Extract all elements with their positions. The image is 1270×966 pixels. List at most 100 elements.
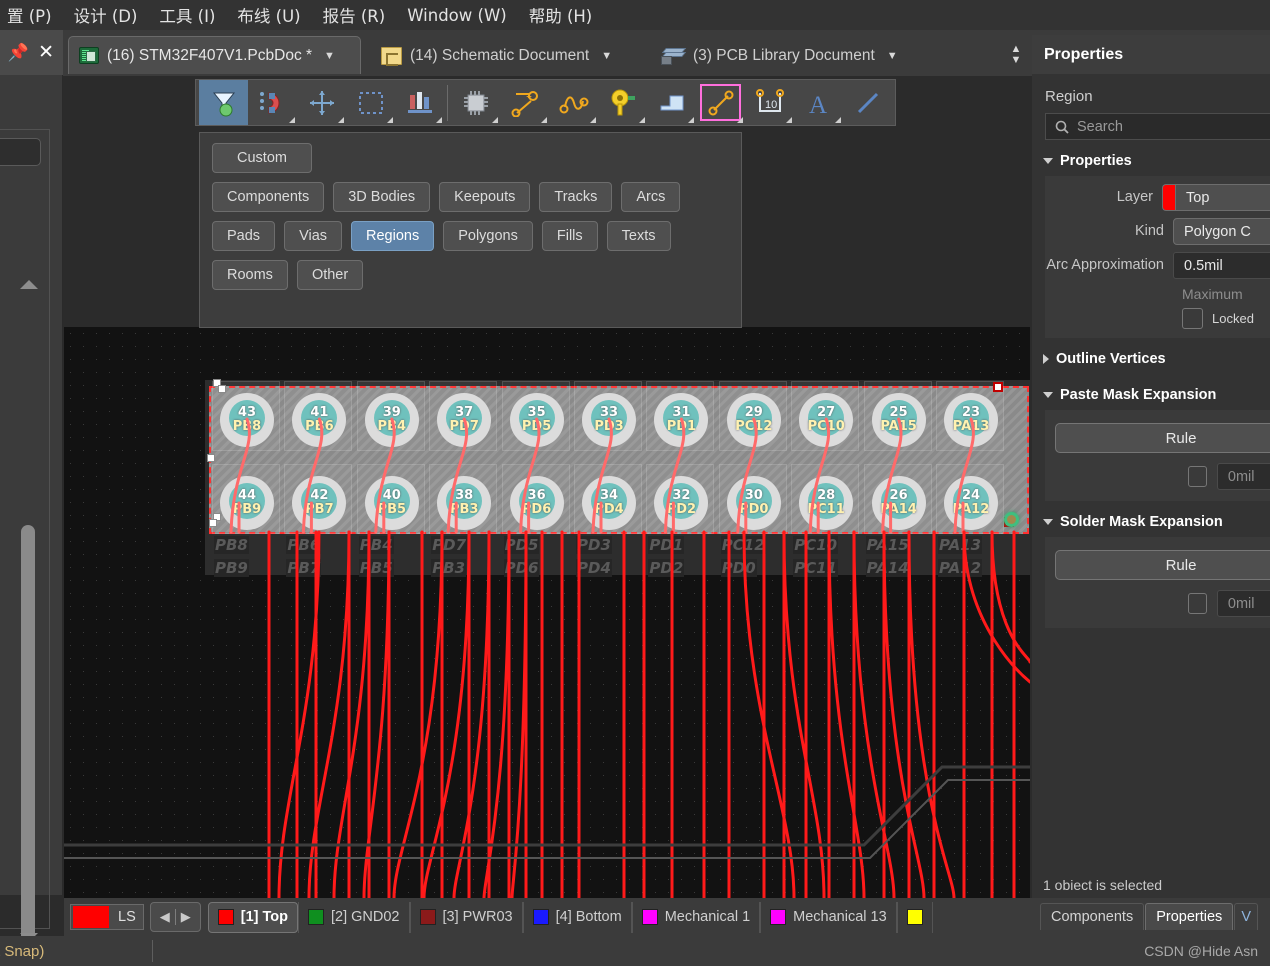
doc-tab-label: (14) Schematic Document xyxy=(410,46,590,64)
layer-set-color-swatch xyxy=(73,906,109,928)
layer-tab-label: [2] GND02 xyxy=(331,909,400,925)
chevron-down-icon[interactable]: ▼ xyxy=(601,50,612,62)
layer-tab-pwr03[interactable]: [3] PWR03 xyxy=(409,901,523,933)
vertical-scrollbar-thumb[interactable] xyxy=(21,525,35,945)
filter-button-3d-bodies[interactable]: 3D Bodies xyxy=(333,182,431,212)
select-rectangle-icon[interactable] xyxy=(346,80,395,125)
tab-scroll-spinner[interactable]: ▲ ▼ xyxy=(1005,38,1027,72)
menu-item-route[interactable]: 布线 (U) xyxy=(226,1,311,29)
layer-tab-mechanical-13[interactable]: Mechanical 13 xyxy=(760,901,897,933)
place-dimension-icon[interactable]: 10 xyxy=(745,80,794,125)
filter-button-rooms[interactable]: Rooms xyxy=(212,260,288,290)
paste-mask-expansion-input[interactable]: 0mil xyxy=(1216,463,1270,490)
snap-magnet-icon[interactable] xyxy=(248,80,297,125)
selection-handle[interactable] xyxy=(993,382,1003,392)
filter-button-arcs[interactable]: Arcs xyxy=(621,182,681,212)
left-panel-field[interactable] xyxy=(0,138,41,166)
filter-button-fills[interactable]: Fills xyxy=(541,221,598,251)
doc-tab-pcbdoc[interactable]: (16) STM32F407V1.PcbDoc * ▼ xyxy=(68,36,361,74)
status-divider xyxy=(152,940,153,962)
doc-tab-label: (3) PCB Library Document xyxy=(693,46,875,64)
menu-item-reports[interactable]: 报告 (R) xyxy=(312,1,397,29)
panel-tab-more[interactable]: V xyxy=(1234,903,1258,930)
left-arrow-icon[interactable]: ◀ xyxy=(155,909,175,925)
pcb-canvas[interactable]: 43 PB8 44 PB9 41 PB6 42 PB7 39 PB4 40 PB5 37 PD7 38 PB3… xyxy=(64,327,1030,898)
menu-item-design[interactable]: 设计 (D) xyxy=(63,1,149,29)
place-line-icon[interactable] xyxy=(696,80,745,125)
layer-tab-label: [4] Bottom xyxy=(555,909,622,925)
place-polygon-icon[interactable] xyxy=(647,80,696,125)
section-header-properties[interactable]: Properties xyxy=(1032,140,1270,176)
panel-tab-components[interactable]: Components xyxy=(1040,903,1145,930)
paste-mask-expansion-checkbox[interactable] xyxy=(1188,466,1207,487)
properties-section-body: Layer Top Kind Polygon C Arc Approximati… xyxy=(1045,176,1270,338)
layer-tab-gnd02[interactable]: [2] GND02 xyxy=(298,901,410,933)
filter-button-polygons[interactable]: Polygons xyxy=(443,221,533,251)
menu-item-tools[interactable]: 工具 (I) xyxy=(148,1,226,29)
selection-handle[interactable] xyxy=(218,385,226,393)
watermark-text: CSDN @Hide Asn xyxy=(1144,943,1258,959)
spinner-up-icon[interactable]: ▲ xyxy=(1011,44,1022,55)
layer-set-selector[interactable]: LS xyxy=(70,904,144,930)
filter-button-keepouts[interactable]: Keepouts xyxy=(439,182,531,212)
filter-row: Custom xyxy=(212,143,729,173)
filter-button-other[interactable]: Other xyxy=(296,260,364,290)
pin-icon[interactable]: 📌 xyxy=(8,44,29,61)
doc-tab-schematic[interactable]: (14) Schematic Document ▼ xyxy=(370,36,646,74)
layer-dropdown[interactable]: Top xyxy=(1175,184,1270,211)
arc-approximation-input[interactable]: 0.5mil xyxy=(1173,252,1270,279)
kind-dropdown[interactable]: Polygon C xyxy=(1173,218,1270,245)
move-cross-icon[interactable] xyxy=(297,80,346,125)
layer-color-chip xyxy=(1162,184,1175,211)
menu-item-place[interactable]: 置 (P) xyxy=(0,1,63,29)
solder-mask-expansion-checkbox[interactable] xyxy=(1188,593,1207,614)
place-component-icon[interactable] xyxy=(451,80,500,125)
filter-button-tracks[interactable]: Tracks xyxy=(539,182,613,212)
place-pad-icon[interactable] xyxy=(598,80,647,125)
properties-search-box[interactable]: Search xyxy=(1045,113,1270,140)
section-header-solder-mask[interactable]: Solder Mask Expansion xyxy=(1032,501,1270,537)
section-header-outline-vertices[interactable]: Outline Vertices xyxy=(1032,338,1270,374)
properties-panel-title: Properties xyxy=(1032,35,1270,74)
panel-tab-properties[interactable]: Properties xyxy=(1145,903,1234,930)
filter-button-components[interactable]: Components xyxy=(212,182,325,212)
solder-mask-expansion-input[interactable]: 0mil xyxy=(1216,590,1270,617)
interactive-route-icon[interactable] xyxy=(500,80,549,125)
canvas-scroll-corner[interactable] xyxy=(1012,860,1030,898)
menu-item-window[interactable]: Window (W) xyxy=(396,4,518,27)
filter-button-pads[interactable]: Pads xyxy=(212,221,276,251)
paste-mask-rule-button[interactable]: Rule xyxy=(1055,423,1270,453)
doc-tab-pcblib[interactable]: (3) PCB Library Document ▼ xyxy=(650,36,930,74)
layer-tab-truncated[interactable] xyxy=(896,901,933,933)
layer-tab-top[interactable]: [1] Top xyxy=(207,901,298,933)
chevron-down-icon[interactable]: ▼ xyxy=(887,50,898,62)
solder-mask-rule-button[interactable]: Rule xyxy=(1055,550,1270,580)
menu-item-help[interactable]: 帮助 (H) xyxy=(518,1,604,29)
layer-tab-bottom[interactable]: [4] Bottom xyxy=(522,901,632,933)
chevron-down-icon[interactable]: ▼ xyxy=(324,50,335,62)
section-header-paste-mask[interactable]: Paste Mask Expansion xyxy=(1032,374,1270,410)
filter-funnel-icon[interactable] xyxy=(199,80,248,125)
place-track-icon[interactable] xyxy=(843,80,892,125)
right-arrow-icon[interactable]: ▶ xyxy=(176,909,196,925)
filter-button-regions[interactable]: Regions xyxy=(351,221,435,251)
layer-nav-buttons[interactable]: ◀ ▶ xyxy=(149,902,201,932)
via-marker[interactable] xyxy=(1004,512,1019,527)
arc-approximation-hint: Maximum xyxy=(1182,286,1243,302)
property-row-arc: Arc Approximation 0.5mil xyxy=(1045,252,1270,279)
filter-dropdown-panel[interactable]: Custom Components 3D Bodies Keepouts Tra… xyxy=(199,132,742,328)
locked-checkbox[interactable] xyxy=(1182,308,1203,329)
property-row-kind: Kind Polygon C xyxy=(1045,218,1270,245)
spinner-down-icon[interactable]: ▼ xyxy=(1011,55,1022,66)
layer-tab-mechanical-1[interactable]: Mechanical 1 xyxy=(631,901,761,933)
filter-button-custom[interactable]: Custom xyxy=(212,143,312,173)
align-icon[interactable] xyxy=(395,80,444,125)
selection-handle[interactable] xyxy=(207,454,215,462)
close-icon[interactable]: ✕ xyxy=(38,43,54,62)
filter-button-texts[interactable]: Texts xyxy=(606,221,671,251)
filter-button-vias[interactable]: Vias xyxy=(284,221,343,251)
differential-pair-route-icon[interactable] xyxy=(549,80,598,125)
selection-handle[interactable] xyxy=(209,519,217,527)
scroll-up-arrow-icon[interactable] xyxy=(20,280,38,289)
place-string-icon[interactable]: A xyxy=(794,80,843,125)
